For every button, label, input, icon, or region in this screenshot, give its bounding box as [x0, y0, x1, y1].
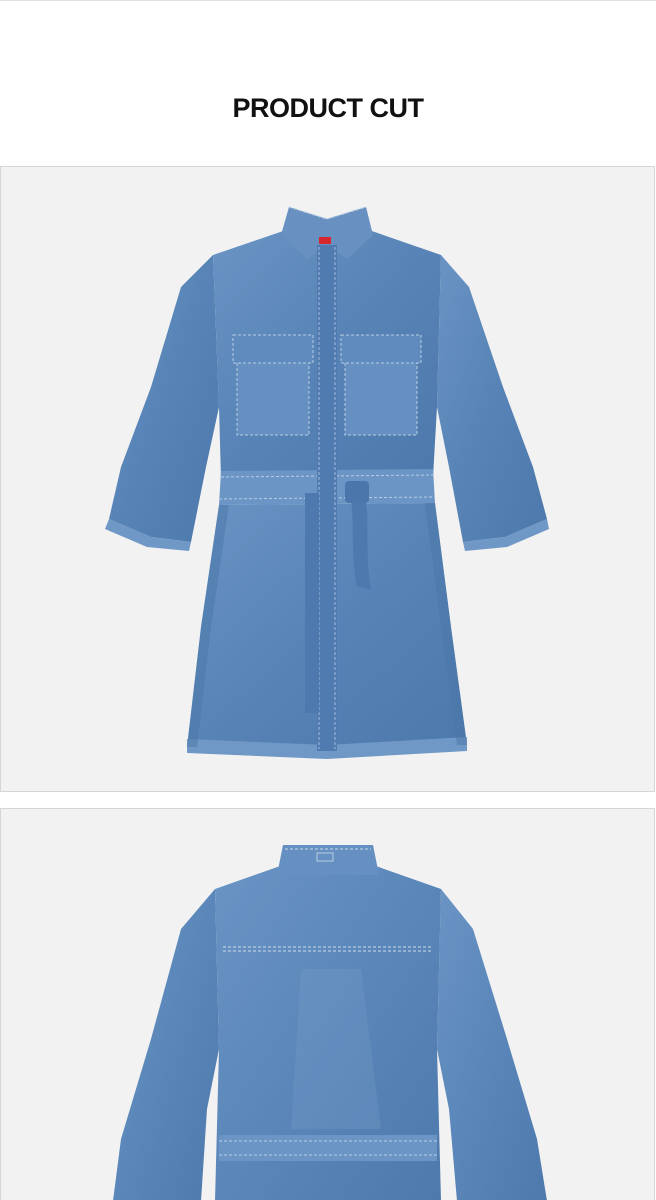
button-placket: [317, 245, 337, 751]
right-chest-pocket: [340, 334, 422, 436]
denim-dress-front-illustration: [105, 206, 549, 759]
product-image-back: [0, 808, 655, 1200]
left-chest-pocket: [232, 334, 314, 436]
back-waistband: [219, 1135, 437, 1161]
denim-dress-back-illustration: [113, 845, 547, 1200]
red-tab: [319, 237, 331, 244]
back-right-sleeve: [437, 889, 547, 1200]
product-image-front: [0, 166, 655, 792]
left-sleeve: [109, 255, 219, 542]
right-sleeve: [437, 255, 547, 542]
section-title: PRODUCT CUT: [232, 93, 425, 123]
section-header: PRODUCT CUT: [0, 0, 656, 166]
back-left-sleeve: [113, 889, 219, 1200]
